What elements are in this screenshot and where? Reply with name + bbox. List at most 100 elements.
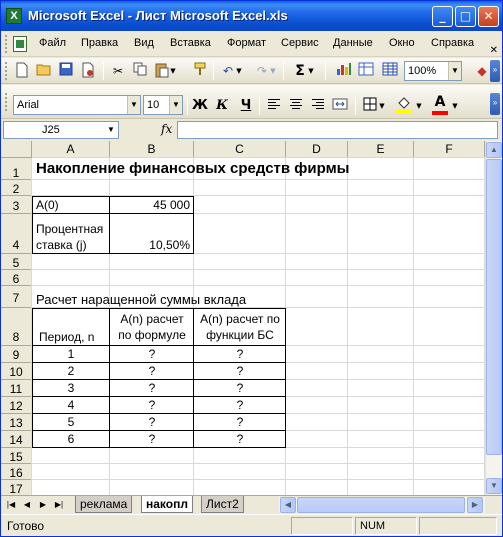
row-header-2[interactable]: 2 [1, 180, 32, 196]
font-name-select[interactable]: Arial ▼ [13, 95, 141, 115]
zoom-select[interactable]: 100% ▼ [404, 61, 462, 81]
menu-edit[interactable]: Правка [81, 37, 118, 49]
horizontal-scrollbar[interactable]: ◀ ▶ [279, 497, 485, 513]
row-header-17[interactable]: 17 [1, 480, 32, 495]
row-header-3[interactable]: 3 [1, 196, 32, 214]
fill-color-icon[interactable] [395, 95, 413, 113]
chevron-down-icon[interactable]: ▼ [169, 96, 182, 114]
paste-dropdown-icon[interactable]: ▼ [169, 62, 177, 80]
vertical-scroll-thumb[interactable] [486, 159, 502, 455]
row-header-16[interactable]: 16 [1, 464, 32, 480]
borders-dropdown-icon[interactable]: ▼ [378, 97, 386, 115]
toolbar-options-icon[interactable]: » [490, 60, 500, 82]
font-color-icon[interactable]: A [431, 93, 449, 115]
menu-tools[interactable]: Сервис [281, 37, 319, 49]
insert-table-icon[interactable] [357, 62, 375, 80]
menu-data[interactable]: Данные [333, 37, 373, 49]
save-icon[interactable] [57, 62, 75, 80]
cut-icon[interactable]: ✂ [109, 62, 127, 80]
vertical-scrollbar[interactable]: ▲ ▼ [485, 141, 502, 495]
copy-icon[interactable] [131, 62, 149, 80]
horizontal-scroll-thumb[interactable] [297, 497, 465, 513]
row-header-9[interactable]: 9 [1, 346, 32, 363]
format-painter-icon[interactable] [191, 62, 209, 80]
menu-format[interactable]: Формат [227, 37, 266, 49]
menu-help[interactable]: Справка [431, 37, 474, 49]
font-size-select[interactable]: 10 ▼ [143, 95, 183, 115]
font-color-dropdown-icon[interactable]: ▼ [451, 97, 459, 115]
row-header-12[interactable]: 12 [1, 397, 32, 414]
select-all-corner[interactable] [1, 141, 32, 158]
column-header-b[interactable]: B [110, 141, 194, 158]
underline-button[interactable]: Ч [237, 97, 255, 115]
align-left-icon[interactable] [265, 97, 283, 115]
scroll-down-icon[interactable]: ▼ [486, 478, 502, 494]
italic-button[interactable]: К [213, 97, 231, 115]
row-header-5[interactable]: 5 [1, 254, 32, 270]
new-file-icon[interactable] [13, 62, 31, 80]
document-icon[interactable] [13, 36, 27, 52]
row-header-11[interactable]: 11 [1, 380, 32, 397]
scroll-up-icon[interactable]: ▲ [486, 142, 502, 158]
column-header-a[interactable]: A [32, 141, 110, 158]
chart-wizard-icon[interactable] [335, 62, 353, 80]
autosum-dropdown-icon[interactable]: ▼ [307, 62, 315, 80]
row-header-7[interactable]: 7 [1, 286, 32, 308]
chevron-down-icon[interactable]: ▼ [104, 122, 118, 138]
row-header-15[interactable]: 15 [1, 448, 32, 464]
help-icon[interactable]: ◆ [473, 62, 491, 80]
column-header-d[interactable]: D [286, 141, 348, 158]
undo-dropdown-icon[interactable]: ▼ [235, 62, 243, 80]
sheet-title-cell[interactable]: Накопление финансовых средств фирмы [36, 160, 350, 177]
toolbar-grip[interactable] [5, 62, 8, 80]
permission-icon[interactable] [79, 62, 97, 80]
toolbar-options-icon[interactable]: » [490, 93, 500, 115]
menu-window[interactable]: Окно [389, 37, 415, 49]
redo-dropdown-icon[interactable]: ▼ [269, 62, 277, 80]
row-header-8[interactable]: 8 [1, 308, 32, 346]
name-box[interactable]: J25 ▼ [3, 121, 119, 139]
row-header-10[interactable]: 10 [1, 363, 32, 380]
open-folder-icon[interactable] [35, 62, 53, 80]
first-sheet-icon[interactable]: |◀ [5, 498, 17, 512]
next-sheet-icon[interactable]: ▶ [37, 498, 49, 512]
minimize-button[interactable]: _ [432, 6, 453, 27]
menu-grip[interactable] [5, 35, 8, 53]
borders-icon[interactable] [361, 97, 379, 115]
formula-input[interactable] [177, 121, 498, 139]
tab-reklama[interactable]: реклама [75, 496, 133, 513]
close-button[interactable]: ✕ [478, 6, 499, 27]
column-header-e[interactable]: E [348, 141, 414, 158]
menu-view[interactable]: Вид [134, 37, 154, 49]
fill-color-dropdown-icon[interactable]: ▼ [415, 97, 423, 115]
merge-center-icon[interactable] [331, 97, 349, 115]
row-header-4[interactable]: 4 [1, 214, 32, 254]
tab-nakopl[interactable]: накопл [141, 496, 193, 513]
row-header-13[interactable]: 13 [1, 414, 32, 431]
insert-function-button[interactable]: fx [161, 122, 172, 136]
row-header-6[interactable]: 6 [1, 270, 32, 286]
prev-sheet-icon[interactable]: ◀ [21, 498, 33, 512]
toolbar-grip[interactable] [5, 93, 8, 111]
row-header-14[interactable]: 14 [1, 431, 32, 448]
row-header-1[interactable]: 1 [1, 158, 32, 180]
menu-file[interactable]: Файл [39, 37, 66, 49]
bold-button[interactable]: Ж [191, 97, 209, 115]
worksheet-icon[interactable] [381, 62, 399, 80]
close-document-button[interactable]: ✕ [490, 45, 498, 56]
column-header-c[interactable]: C [194, 141, 286, 158]
last-sheet-icon[interactable]: ▶| [53, 498, 65, 512]
scroll-left-icon[interactable]: ◀ [280, 497, 296, 513]
column-header-f[interactable]: F [414, 141, 485, 158]
tab-list2[interactable]: Лист2 [201, 496, 244, 513]
align-center-icon[interactable] [287, 97, 305, 115]
chevron-down-icon[interactable]: ▼ [127, 96, 140, 114]
maximize-button[interactable]: □ [455, 6, 476, 27]
scroll-right-icon[interactable]: ▶ [467, 497, 483, 513]
menu-insert[interactable]: Вставка [170, 37, 211, 49]
align-right-icon[interactable] [309, 97, 327, 115]
worksheet-grid[interactable]: A B C D E F 1 2 3 4 5 6 7 8 9 10 11 12 1… [1, 141, 485, 495]
chevron-down-icon[interactable]: ▼ [448, 62, 461, 80]
excel-app-icon[interactable]: X [6, 8, 22, 24]
title-bar[interactable]: X Microsoft Excel - Лист Microsoft Excel… [1, 1, 502, 31]
